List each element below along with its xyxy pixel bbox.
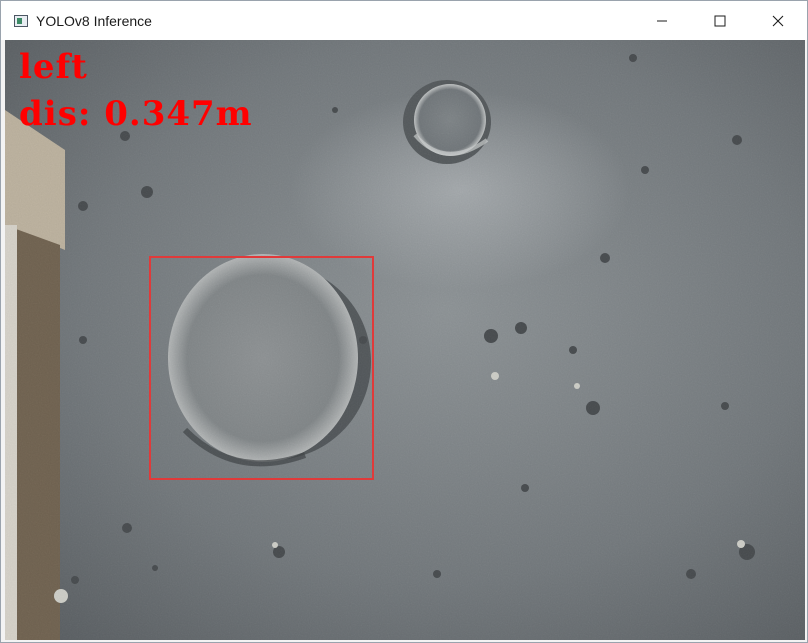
maximize-icon [714,15,726,26]
maximize-button[interactable] [691,1,749,40]
minimize-icon [657,20,667,21]
camera-frame: left dis: 0.347m [5,40,805,640]
inference-window: YOLOv8 Inference left dis: 0.347m [0,0,808,643]
close-button[interactable] [749,1,807,40]
distance-label: dis: 0.347m [19,94,253,134]
detection-bounding-box [149,256,374,480]
window-title: YOLOv8 Inference [36,12,152,29]
title-bar[interactable]: YOLOv8 Inference [1,1,807,40]
window-controls [633,1,807,40]
detection-class-label: left [19,47,88,87]
minimize-button[interactable] [633,1,691,40]
close-icon [772,15,784,26]
app-window-icon [14,14,28,27]
